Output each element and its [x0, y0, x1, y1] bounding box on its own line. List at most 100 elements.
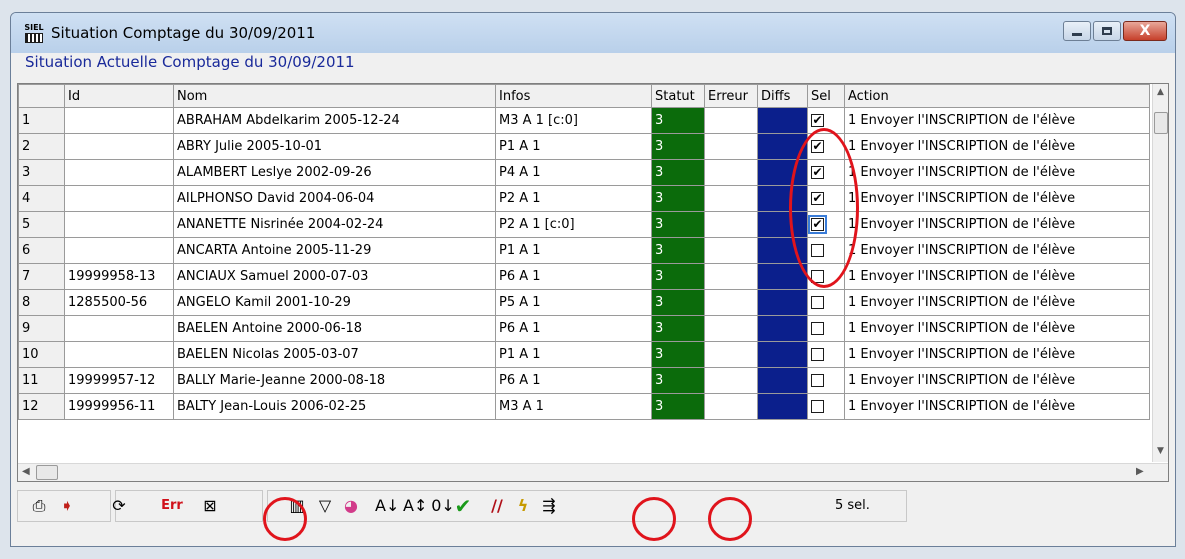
statut-cell: 3	[651, 107, 705, 134]
maximize-button[interactable]	[1093, 21, 1121, 41]
nom-cell: ABRAHAM Abdelkarim 2005-12-24	[173, 107, 496, 134]
scroll-left-arrow-icon[interactable]: ◀	[22, 466, 30, 477]
import-icon[interactable]: ⊠	[198, 494, 222, 518]
vertical-scroll-thumb[interactable]	[1154, 112, 1168, 134]
col-header-nom[interactable]: Nom	[173, 84, 496, 108]
scroll-up-arrow-icon[interactable]: ▲	[1157, 87, 1164, 97]
close-icon: X	[1139, 23, 1151, 39]
col-header-action[interactable]: Action	[844, 84, 1150, 108]
row-number-cell: 1	[18, 107, 65, 134]
table-row[interactable]: 12 19999956-11 BALTY Jean-Louis 2006-02-25…	[18, 393, 1150, 420]
sel-cell[interactable]	[807, 393, 845, 420]
sort-az-icon[interactable]: A↓	[375, 494, 399, 518]
row-number-cell: 4	[18, 185, 65, 212]
erreur-cell	[704, 211, 758, 238]
export-icon[interactable]: ➧	[55, 494, 79, 518]
table-row[interactable]: 6 ANCARTA Antoine 2005-11-29 P1 A 13 1 Envo…	[18, 237, 1150, 264]
row-number-cell: 7	[18, 263, 65, 290]
col-header-row-number[interactable]	[18, 84, 65, 108]
id-cell	[64, 315, 174, 342]
bottom-toolbar: 5 sel. ⎙ ➧ ⟳ Err ⊠ ▥ ▽ ◕ A↓ A↕ 0↓ ✔//ϟ ⇶	[17, 484, 1157, 528]
id-cell	[64, 211, 174, 238]
infos-cell: P2 A 1	[495, 185, 652, 212]
action-cell: 1 Envoyer l'INSCRIPTION de l'élève	[844, 159, 1150, 186]
cancel-icon[interactable]: //	[485, 494, 509, 518]
select-checkbox[interactable]	[811, 374, 824, 387]
data-grid[interactable]: Id Nom Infos Statut Erreur Diffs Sel Act…	[17, 83, 1169, 482]
annotation-circle-checkboxes	[789, 128, 859, 288]
action-cell: 1 Envoyer l'INSCRIPTION de l'élève	[844, 211, 1150, 238]
table-row[interactable]: 3 ALAMBERT Leslye 2002-09-26 P4 A 1 3 ✔ 1 Env…	[18, 159, 1150, 186]
erreur-cell	[704, 289, 758, 316]
situation-table: Id Nom Infos Statut Erreur Diffs Sel Act…	[18, 84, 1150, 420]
table-row[interactable]: 11 19999957-12 BALLY Marie-Jeanne 2000-08-…	[18, 367, 1150, 394]
sort-custom-icon[interactable]: A↕	[403, 494, 427, 518]
table-row[interactable]: 9 BAELEN Antoine 2000-06-18 P6 A 13 1 Envoy…	[18, 315, 1150, 342]
table-row[interactable]: 10 BAELEN Nicolas 2005-03-07 P1 A 13 1 Envo…	[18, 341, 1150, 368]
validate-icon[interactable]: ✔	[451, 494, 475, 518]
statut-cell: 3	[651, 133, 705, 160]
row-number-cell: 6	[18, 237, 65, 264]
diffs-cell	[757, 289, 808, 316]
col-header-erreur[interactable]: Erreur	[704, 84, 758, 108]
table-row[interactable]: 8 1285500-56 ANGELO Kamil 2001-10-29 P5 A 1…	[18, 289, 1150, 316]
colors-icon[interactable]: ◕	[339, 494, 363, 518]
infos-cell: P6 A 1	[495, 315, 652, 342]
statut-cell: 3	[651, 289, 705, 316]
id-cell: 19999956-11	[64, 393, 174, 420]
send-icon[interactable]: ⇶	[537, 494, 561, 518]
row-number-cell: 5	[18, 211, 65, 238]
sel-cell[interactable]	[807, 315, 845, 342]
nom-cell: ANANETTE Nisrinée 2004-02-24	[173, 211, 496, 238]
close-button[interactable]: X	[1123, 21, 1167, 41]
calculator-grid-icon	[25, 33, 43, 43]
id-cell	[64, 341, 174, 368]
id-cell	[64, 159, 174, 186]
scroll-right-arrow-icon[interactable]: ▶	[1136, 466, 1144, 477]
infos-cell: P1 A 1	[495, 237, 652, 264]
select-checkbox[interactable]: ✔	[811, 114, 824, 127]
refresh-icon[interactable]: ⟳	[107, 494, 131, 518]
statut-cell: 3	[651, 393, 705, 420]
table-row[interactable]: 7 19999958-13 ANCIAUX Samuel 2000-07-03 P6 …	[18, 263, 1150, 290]
action-cell: 1 Envoyer l'INSCRIPTION de l'élève	[844, 107, 1150, 134]
toolbar-group-actions	[267, 490, 907, 522]
statut-cell: 3	[651, 315, 705, 342]
row-number-cell: 3	[18, 159, 65, 186]
nom-cell: BALTY Jean-Louis 2006-02-25	[173, 393, 496, 420]
col-header-infos[interactable]: Infos	[495, 84, 652, 108]
select-checkbox[interactable]	[811, 322, 824, 335]
sel-cell[interactable]	[807, 341, 845, 368]
action-cell: 1 Envoyer l'INSCRIPTION de l'élève	[844, 315, 1150, 342]
nom-cell: BAELEN Nicolas 2005-03-07	[173, 341, 496, 368]
select-checkbox[interactable]	[811, 348, 824, 361]
action-cell: 1 Envoyer l'INSCRIPTION de l'élève	[844, 237, 1150, 264]
action-cell: 1 Envoyer l'INSCRIPTION de l'élève	[844, 133, 1150, 160]
vertical-scrollbar[interactable]: ▲ ▼	[1152, 84, 1168, 462]
errors-icon[interactable]: Err	[160, 494, 184, 518]
minimize-button[interactable]	[1063, 21, 1091, 41]
infos-cell: P6 A 1	[495, 263, 652, 290]
scroll-down-arrow-icon[interactable]: ▼	[1157, 446, 1164, 456]
col-header-sel[interactable]: Sel	[807, 84, 845, 108]
horizontal-scrollbar[interactable]: ◀ ▶	[18, 463, 1168, 481]
print-icon[interactable]: ⎙	[27, 494, 51, 518]
infos-cell: M3 A 1 [c:0]	[495, 107, 652, 134]
erreur-cell	[704, 133, 758, 160]
horizontal-scroll-thumb[interactable]	[36, 465, 58, 480]
filter-icon[interactable]: ▽	[313, 494, 337, 518]
table-row[interactable]: 1 ABRAHAM Abdelkarim 2005-12-24 M3 A 1 [c:…	[18, 107, 1150, 134]
col-header-id[interactable]: Id	[64, 84, 174, 108]
erreur-cell	[704, 393, 758, 420]
execute-icon[interactable]: ϟ	[511, 494, 535, 518]
table-row[interactable]: 5 ANANETTE Nisrinée 2004-02-24 P2 A 1 [c:0…	[18, 211, 1150, 238]
table-row[interactable]: 4 AILPHONSO David 2004-06-04 P2 A 1 3 ✔ 1 Env…	[18, 185, 1150, 212]
table-row[interactable]: 2 ABRY Julie 2005-10-01 P1 A 1 3 ✔ 1 Envoyer …	[18, 133, 1150, 160]
sel-cell[interactable]	[807, 289, 845, 316]
select-checkbox[interactable]	[811, 296, 824, 309]
select-checkbox[interactable]	[811, 400, 824, 413]
sel-cell[interactable]	[807, 367, 845, 394]
col-header-statut[interactable]: Statut	[651, 84, 705, 108]
col-header-diffs[interactable]: Diffs	[757, 84, 808, 108]
app-icon-text: SIEL	[24, 23, 44, 32]
